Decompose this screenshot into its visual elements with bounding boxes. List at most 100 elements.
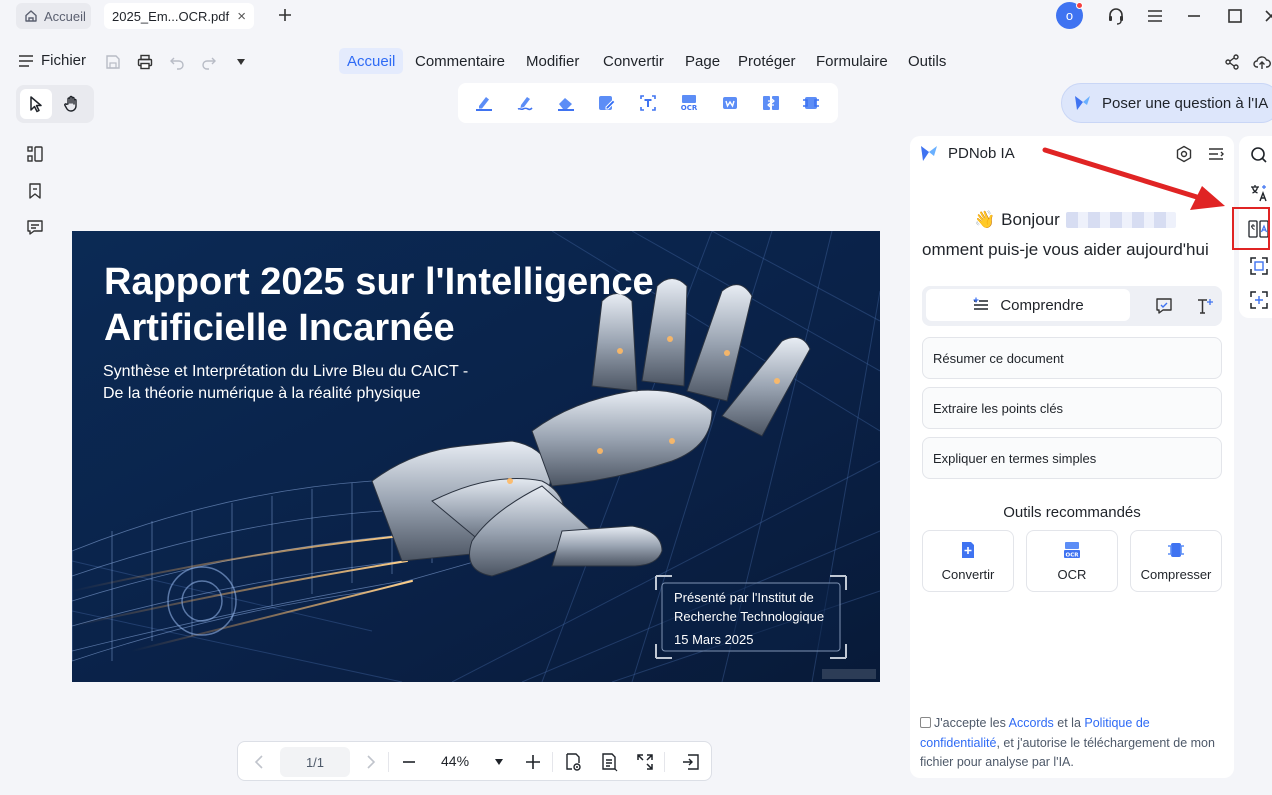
presented-date: 15 Mars 2025 xyxy=(674,632,754,647)
capture-area-button[interactable] xyxy=(1248,289,1270,311)
compress-button[interactable] xyxy=(798,90,824,116)
agreements-link[interactable]: Accords xyxy=(1009,716,1054,730)
eraser-button[interactable] xyxy=(553,90,579,116)
convert-icon xyxy=(962,541,974,558)
ocr-button[interactable]: OCR xyxy=(676,90,702,116)
menu-modifier[interactable]: Modifier xyxy=(518,48,587,74)
page-layout-button[interactable] xyxy=(598,751,620,773)
redo-button[interactable] xyxy=(199,52,219,72)
tool-card-compress[interactable]: Compresser xyxy=(1130,530,1222,592)
read-mode-button[interactable] xyxy=(562,751,584,773)
plus-icon xyxy=(279,9,291,21)
translate-button[interactable] xyxy=(1248,182,1270,204)
upload-cloud-button[interactable] xyxy=(1252,52,1272,72)
save-button[interactable] xyxy=(103,52,123,72)
previous-page-button[interactable] xyxy=(248,751,270,773)
share-icon xyxy=(1225,54,1239,70)
divider xyxy=(388,752,389,772)
convert-word-button[interactable] xyxy=(717,90,743,116)
suggestion-explain[interactable]: Expliquer en termes simples xyxy=(922,437,1222,479)
tool-row: OCR Poser une question à l'IA xyxy=(0,82,1272,124)
compare-button[interactable] xyxy=(758,90,784,116)
thumbnails-icon xyxy=(27,146,43,162)
tab-home-label: Accueil xyxy=(44,8,86,24)
menu-formulaire[interactable]: Formulaire xyxy=(808,48,896,74)
ask-ai-button[interactable]: Poser une question à l'IA xyxy=(1061,83,1272,123)
zoom-in-button[interactable] xyxy=(522,751,544,773)
underline-button[interactable] xyxy=(512,90,538,116)
ocr-icon: OCR xyxy=(681,95,698,112)
text-box-icon xyxy=(640,95,656,111)
edit-text-button[interactable] xyxy=(594,90,620,116)
screenshot-ocr-button[interactable] xyxy=(1248,255,1270,277)
home-icon xyxy=(24,9,38,23)
document-page[interactable]: Rapport 2025 sur l'Intelligence Artifici… xyxy=(72,231,880,682)
thumbnails-button[interactable] xyxy=(24,143,46,165)
file-menu-button[interactable]: Fichier xyxy=(18,52,86,69)
close-tab-icon[interactable]: × xyxy=(237,8,246,25)
hamburger-icon xyxy=(19,54,33,67)
convert-word-icon xyxy=(722,97,737,109)
highlight-button[interactable] xyxy=(471,90,497,116)
cursor-arrow-icon xyxy=(30,96,42,113)
comments-button[interactable] xyxy=(24,216,46,238)
tab-chat[interactable] xyxy=(1153,295,1175,317)
avatar[interactable]: o xyxy=(1056,2,1083,29)
comment-icon xyxy=(27,220,43,235)
new-tab-button[interactable] xyxy=(274,4,296,26)
hand-tool-button[interactable] xyxy=(56,89,88,119)
undo-button[interactable] xyxy=(167,52,187,72)
tab-home[interactable]: Accueil xyxy=(16,3,91,29)
maximize-button[interactable] xyxy=(1224,5,1246,27)
undo-icon xyxy=(170,57,184,70)
print-button[interactable] xyxy=(135,52,155,72)
ai-assistant-panel: PDNob IA 👋 Bonjour omment puis-je vous a… xyxy=(910,136,1234,778)
search-button[interactable] xyxy=(1248,144,1270,166)
menu-outils[interactable]: Outils xyxy=(900,48,954,74)
menu-page[interactable]: Page xyxy=(677,48,728,74)
suggestion-key-points[interactable]: Extraire les points clés xyxy=(922,387,1222,429)
tool-card-compress-label: Compresser xyxy=(1140,566,1212,582)
bookmarks-button[interactable] xyxy=(24,180,46,202)
quick-access-dropdown[interactable] xyxy=(231,52,251,72)
close-window-button[interactable] xyxy=(1260,5,1272,27)
select-tool-button[interactable] xyxy=(20,89,52,119)
annotation-toolstrip: OCR xyxy=(458,83,838,123)
tab-understand[interactable]: Comprendre xyxy=(926,289,1130,321)
cursor-mode-group xyxy=(16,85,94,123)
menu-convertir[interactable]: Convertir xyxy=(595,48,672,74)
tab-write[interactable] xyxy=(1194,295,1216,317)
fit-page-button[interactable] xyxy=(634,751,656,773)
document-subtitle-line-1: Synthèse et Interprétation du Livre Bleu… xyxy=(103,363,469,380)
go-to-page-button[interactable] xyxy=(680,751,702,773)
tab-document[interactable]: 2025_Em...OCR.pdf × xyxy=(104,3,254,29)
suggestion-summarize[interactable]: Résumer ce document xyxy=(922,337,1222,379)
plus-icon xyxy=(526,755,540,769)
compress-icon xyxy=(1168,542,1184,557)
page-indicator[interactable]: 1/1 xyxy=(280,747,350,777)
menu-button[interactable] xyxy=(1144,5,1166,27)
minimize-button[interactable] xyxy=(1183,5,1205,27)
menu-commentaire[interactable]: Commentaire xyxy=(407,48,513,74)
avatar-initial: o xyxy=(1065,8,1074,23)
zoom-out-button[interactable] xyxy=(398,751,420,773)
caret-down-icon xyxy=(495,759,503,765)
wave-emoji: 👋 xyxy=(974,210,996,229)
text-box-button[interactable] xyxy=(635,90,661,116)
consent-text: J'accepte les Accords et la Politique de… xyxy=(920,714,1226,773)
menu-accueil[interactable]: Accueil xyxy=(339,48,404,74)
support-button[interactable] xyxy=(1105,5,1127,27)
menu-proteger[interactable]: Protéger xyxy=(730,48,804,74)
next-page-button[interactable] xyxy=(360,751,382,773)
tool-card-ocr[interactable]: OCR OCR xyxy=(1026,530,1118,592)
menu-bar: Fichier Accueil Commentaire Modifier Con… xyxy=(0,44,1272,78)
highlight-box xyxy=(1232,207,1270,250)
list-sparkle-icon xyxy=(973,297,989,310)
zoom-dropdown[interactable] xyxy=(488,751,510,773)
consent-checkbox[interactable] xyxy=(920,717,931,728)
tool-card-convert[interactable]: Convertir xyxy=(922,530,1014,592)
underline-icon xyxy=(517,97,533,111)
zoom-level[interactable]: 44% xyxy=(441,753,469,769)
presented-line-1: Présenté par l'Institut de xyxy=(674,590,814,605)
share-button[interactable] xyxy=(1222,52,1242,72)
